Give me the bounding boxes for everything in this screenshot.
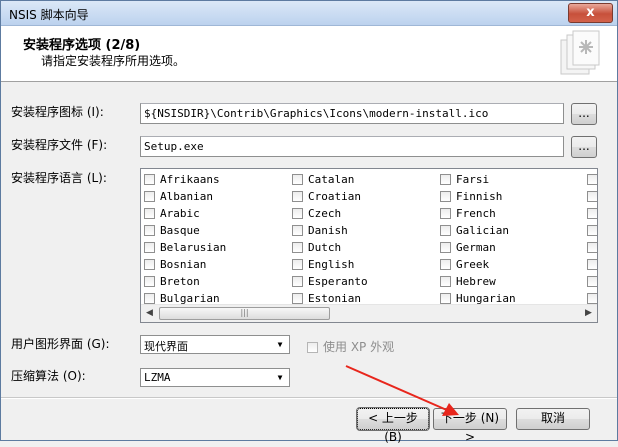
annotation-arrow-icon	[345, 365, 459, 416]
wizard-window: NSIS 脚本向导 x 安装程序选项 (2/8) 请指定安装程序所用选项。 安装…	[0, 0, 618, 444]
